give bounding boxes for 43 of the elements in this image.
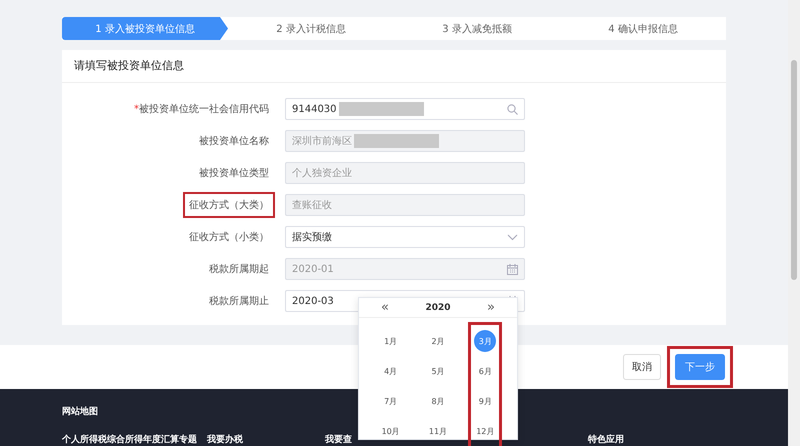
footer-link[interactable]: 个人所得税综合所得年度汇算专题: [62, 433, 197, 446]
month-option[interactable]: 6月: [474, 360, 496, 382]
field-value: 2020-01: [292, 264, 334, 274]
field-label: 税款所属期起: [208, 262, 270, 277]
chevron-down-icon[interactable]: [507, 234, 518, 240]
field-label: 征收方式（小类）: [188, 230, 270, 245]
step-tab[interactable]: 3 录入减免抵额: [394, 17, 560, 40]
year-label: 2020: [425, 302, 451, 312]
month-option[interactable]: 9月: [474, 390, 496, 412]
month-option[interactable]: 4月: [380, 360, 402, 382]
footer-title: 网站地图: [62, 405, 99, 418]
field-label: *被投资单位统一社会信用代码: [133, 102, 270, 117]
step-tab[interactable]: 4 确认申报信息: [560, 17, 726, 40]
input-field[interactable]: 据实预缴: [285, 226, 525, 248]
month-option[interactable]: 1月: [380, 330, 402, 352]
month-option[interactable]: 12月: [474, 420, 496, 442]
field-label: 征收方式（大类）: [183, 192, 275, 218]
field-value: 查账征收: [292, 198, 332, 212]
previous-year-button[interactable]: «: [381, 300, 389, 315]
field-value: 9144030: [292, 104, 337, 114]
month-option[interactable]: 11月: [426, 420, 449, 442]
field-value: 深圳市前海区: [292, 134, 352, 148]
field-value: 个人独资企业: [292, 166, 352, 180]
field-value: 2020-03: [292, 296, 334, 306]
month-option[interactable]: 7月: [380, 390, 402, 412]
month-option[interactable]: 10月: [380, 420, 402, 442]
footer-link[interactable]: 我要查: [325, 433, 352, 446]
field-label: 税款所属期止: [208, 294, 270, 309]
cancel-button[interactable]: 取消: [623, 354, 661, 380]
input-field[interactable]: 9144030: [285, 98, 525, 120]
field-label: 被投资单位类型: [198, 166, 270, 181]
month-option[interactable]: 5月: [426, 360, 449, 382]
footer-link[interactable]: 我要办税: [207, 433, 243, 446]
month-option[interactable]: 2月: [426, 330, 449, 352]
step-tab[interactable]: 2 录入计税信息: [228, 17, 394, 40]
footer-link[interactable]: 特色应用: [588, 433, 624, 446]
scrollbar[interactable]: [788, 0, 800, 446]
field-label: 被投资单位名称: [198, 134, 270, 149]
section-title: 请填写被投资单位信息: [62, 50, 726, 83]
month-option[interactable]: 8月: [426, 390, 449, 412]
search-icon[interactable]: [507, 104, 518, 114]
field-value: 据实预缴: [292, 230, 332, 244]
next-year-button[interactable]: »: [487, 300, 495, 315]
